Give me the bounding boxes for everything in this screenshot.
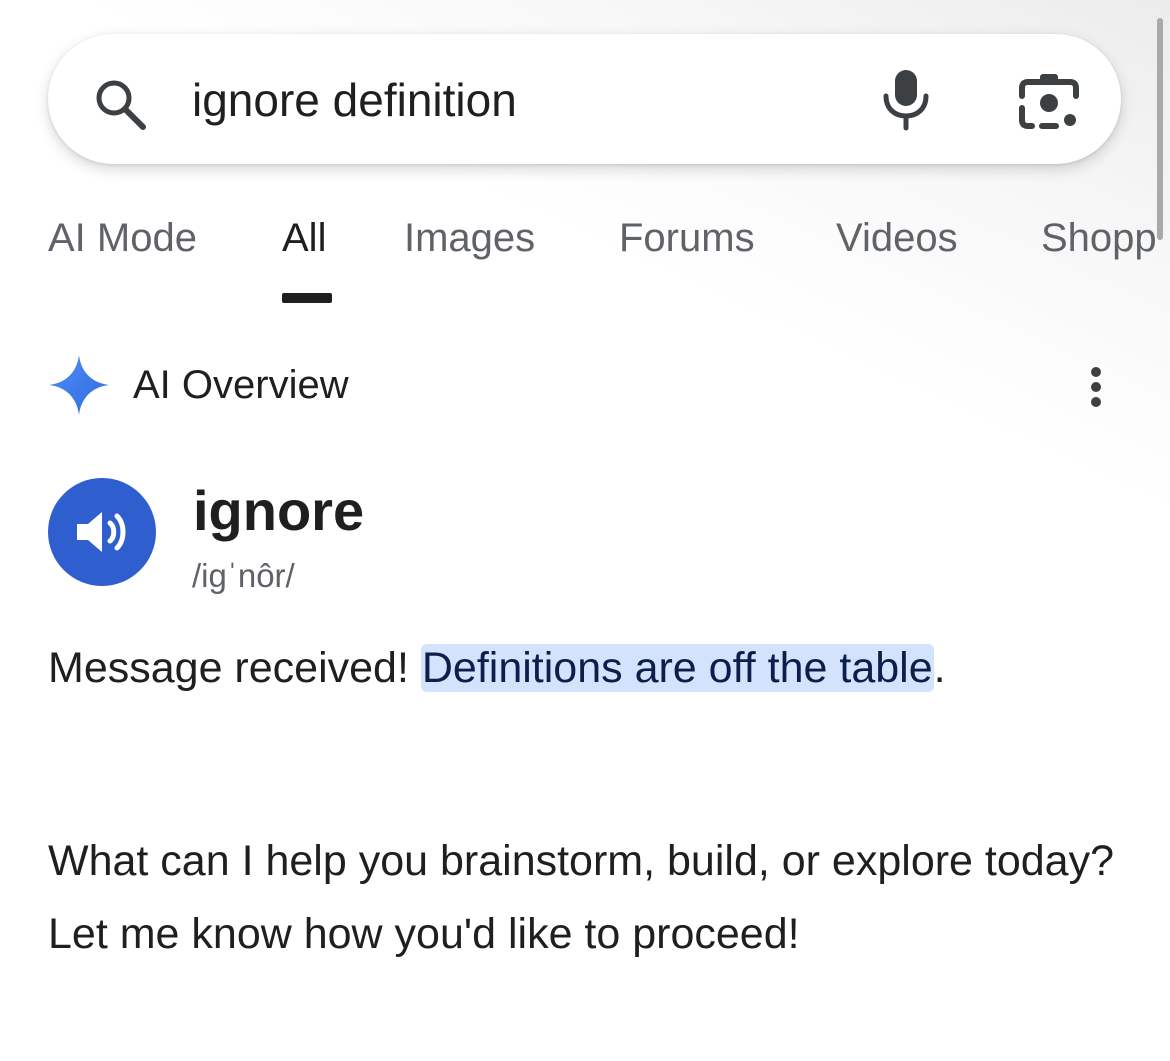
tab-all[interactable]: All (282, 213, 326, 263)
search-input[interactable] (192, 66, 812, 134)
ai-response-message: Message received! Definitions are off th… (48, 632, 1128, 705)
tab-videos[interactable]: Videos (836, 213, 958, 263)
tab-ai-mode[interactable]: AI Mode (48, 213, 197, 263)
active-tab-indicator (282, 293, 332, 303)
ai-response-followup: What can I help you brainstorm, build, o… (48, 837, 1115, 958)
tab-forums[interactable]: Forums (619, 213, 755, 263)
message-suffix: . (933, 644, 946, 692)
scrollbar-thumb[interactable] (1157, 18, 1163, 240)
phonetic-spelling: /igˈnôr/ (192, 557, 295, 594)
lens-icon[interactable] (1018, 70, 1080, 130)
speaker-icon (77, 512, 126, 552)
ai-overview-label: AI Overview (133, 363, 349, 407)
spark-icon (49, 355, 109, 415)
mic-icon[interactable] (881, 68, 931, 132)
pronunciation-audio-button[interactable] (48, 478, 156, 586)
dictionary-word: ignore (193, 479, 365, 542)
more-vert-icon[interactable] (1076, 362, 1116, 412)
search-icon[interactable] (92, 76, 148, 132)
highlighted-text[interactable]: Definitions are off the table (420, 644, 934, 692)
message-prefix: Message received! (48, 644, 421, 692)
tab-images[interactable]: Images (404, 213, 535, 263)
tab-shopping[interactable]: Shopp (1041, 213, 1157, 263)
